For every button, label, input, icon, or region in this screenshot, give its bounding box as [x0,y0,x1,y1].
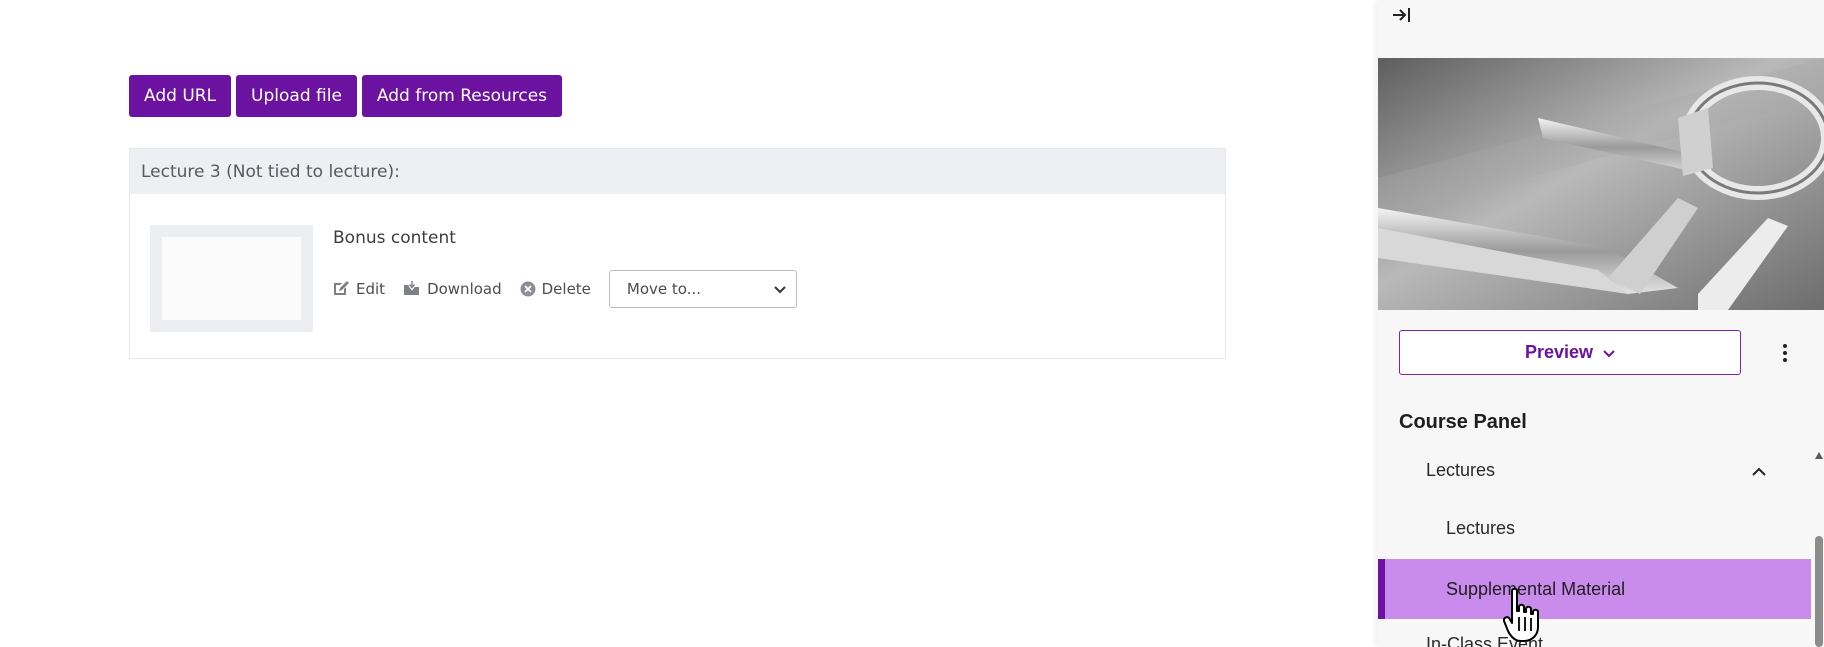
chevron-up-icon [1752,460,1766,481]
collapse-right-icon [1391,8,1413,30]
course-panel-sidebar: Preview Course Panel Lectures Lectures S… [1378,0,1824,647]
page: Add URL Upload file Add from Resources L… [0,0,1824,647]
course-image [1378,58,1824,310]
resource-title: Bonus content [333,228,456,248]
lecture-section: Lecture 3 (Not tied to lecture): Bonus c… [129,148,1226,359]
edit-label: Edit [356,280,386,298]
panel-title: Course Panel [1399,411,1527,433]
move-to-value: Move to... [626,280,702,298]
download-action[interactable]: Download [403,280,502,298]
download-label: Download [427,280,502,298]
scroll-up-arrow-icon[interactable] [1815,452,1823,459]
thumbnail-placeholder [162,237,301,320]
add-url-button[interactable]: Add URL [129,75,232,117]
nav-item-label: Supplemental Material [1446,578,1626,599]
delete-circle-icon [520,281,536,297]
add-from-resources-button[interactable]: Add from Resources [361,75,563,117]
chevron-down-icon [1603,342,1615,363]
section-header: Lecture 3 (Not tied to lecture): [130,149,1225,194]
resource-thumbnail[interactable] [150,225,313,332]
collapse-panel-button[interactable] [1391,4,1415,28]
download-folder-icon [403,281,421,297]
nav-group-label: Lectures [1426,459,1496,480]
more-options-button[interactable] [1776,341,1794,365]
edit-icon [333,281,350,297]
move-to-select[interactable]: Move to... [608,270,797,308]
nav-item-in-class-event[interactable]: In-Class Event [1426,634,1543,647]
resource-item-body: Bonus content Edit Download Delete Move … [333,225,797,332]
delete-action[interactable]: Delete [520,280,591,298]
chevron-down-icon [774,280,786,298]
nav-group-lectures[interactable]: Lectures [1426,455,1766,485]
edit-action[interactable]: Edit [333,280,385,298]
scroll-thumb[interactable] [1815,536,1823,647]
upload-file-button[interactable]: Upload file [236,75,357,117]
nav-item-supplemental-material[interactable]: Supplemental Material [1378,559,1811,619]
resource-toolbar: Add URL Upload file Add from Resources [129,75,563,117]
resource-actions: Edit Download Delete Move to... [333,270,797,308]
preview-dropdown-button[interactable]: Preview [1399,330,1741,375]
preview-label: Preview [1524,342,1594,362]
delete-label: Delete [541,280,591,298]
nav-item-lectures[interactable]: Lectures [1446,518,1515,539]
kebab-menu-icon [1776,344,1794,369]
resource-item: Bonus content Edit Download Delete Move … [150,225,797,332]
panel-scrollbar[interactable] [1813,450,1824,647]
